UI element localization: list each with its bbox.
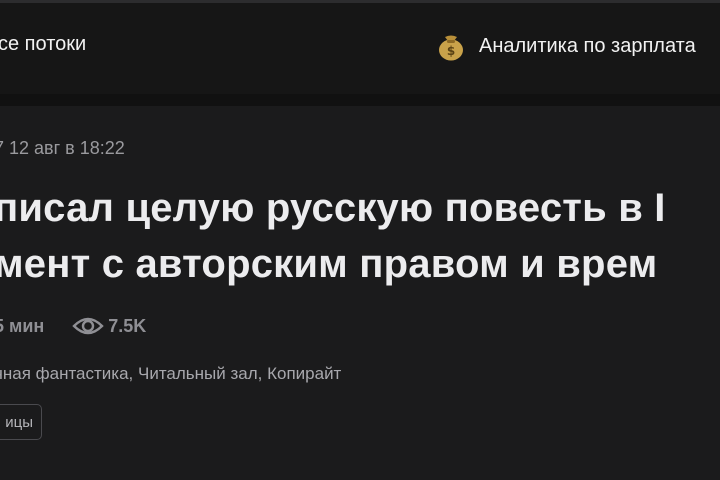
money-bag-icon: $ xyxy=(437,31,465,61)
nav-all-streams-link[interactable]: се потоки xyxy=(0,33,86,56)
views-count: 7.5K xyxy=(108,315,147,336)
svg-text:$: $ xyxy=(447,44,455,58)
publish-time: 7 12 авг в 18:22 xyxy=(0,138,125,158)
top-edge-divider xyxy=(0,0,720,3)
article-hubs[interactable]: чная фантастика, Читальный зал, Копирайт xyxy=(0,364,341,384)
eye-icon xyxy=(72,315,104,337)
section-separator xyxy=(0,94,720,106)
article-card: 7 12 авг в 18:22 писал целую русскую пов… xyxy=(0,106,720,480)
article-stats: 5 мин 7.5K xyxy=(0,311,146,341)
article-title-line-1[interactable]: писал целую русскую повесть в I xyxy=(0,186,666,231)
article-title-line-2[interactable]: мент с авторским правом и врем xyxy=(0,242,657,287)
nav-salary-label: Аналитика по зарплата xyxy=(479,34,696,57)
top-navigation-bar: се потоки $ Аналитика по зарплата xyxy=(0,0,720,94)
reading-time: 5 мин xyxy=(0,315,45,336)
article-type-badge[interactable]: ицы xyxy=(0,404,42,440)
nav-salary-analytics-link[interactable]: $ Аналитика по зарплата xyxy=(437,30,696,62)
